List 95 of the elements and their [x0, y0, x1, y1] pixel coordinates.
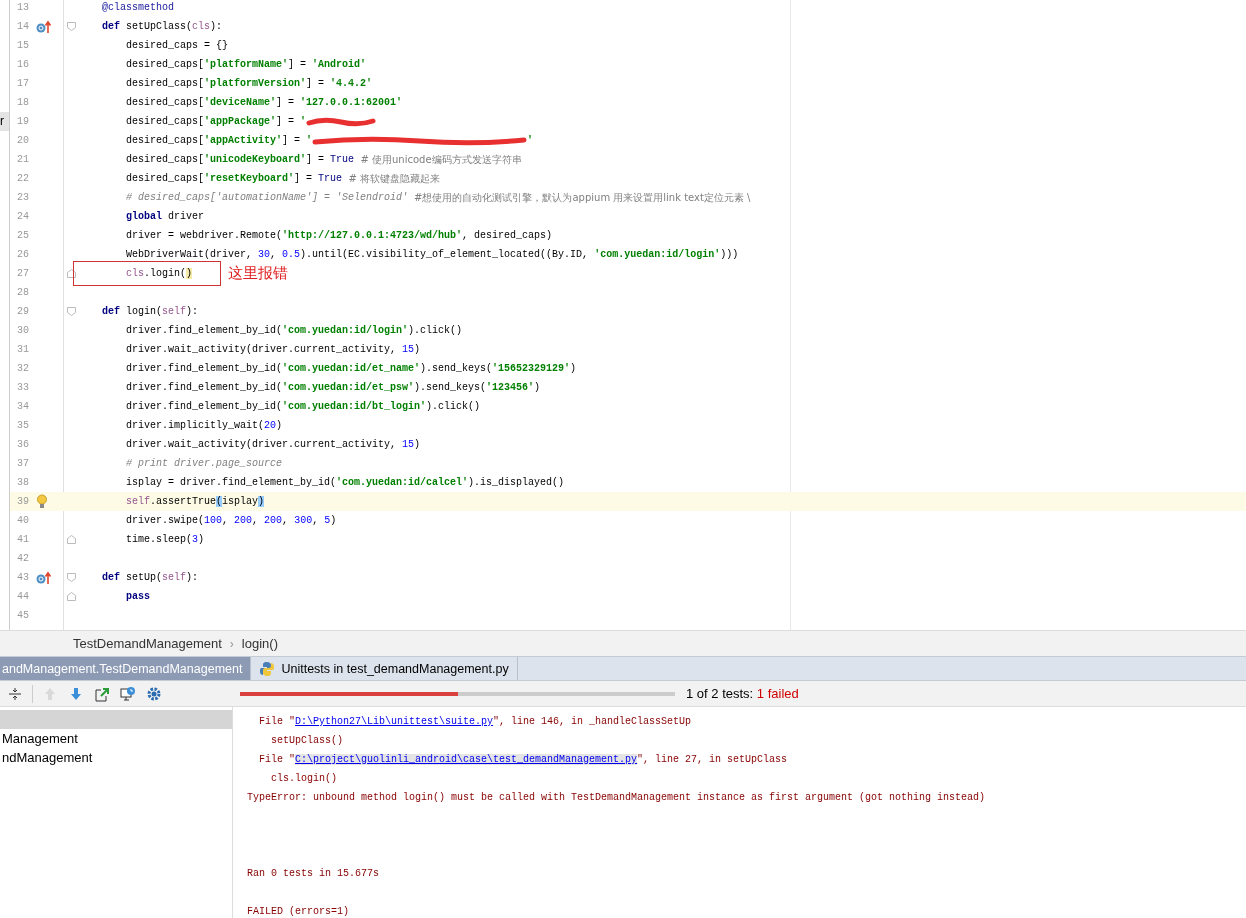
tree-item[interactable]: ndManagement — [2, 750, 93, 765]
line-number: 15 — [16, 40, 30, 51]
code-line: driver.find_element_by_id('com.yuedan:id/login').click() — [125, 325, 463, 336]
code-line: driver.implicitly_wait(20) — [125, 420, 283, 431]
line-number: 26 — [16, 249, 30, 260]
line-number: 25 — [16, 230, 30, 241]
line-number: 14 — [16, 21, 30, 32]
breadcrumb-item[interactable]: TestDemandManagement — [73, 636, 222, 651]
line-number: 41 — [16, 534, 30, 545]
code-line: desired_caps['deviceName'] = '127.0.0.1:62001' — [125, 97, 403, 108]
fold-marker-icon[interactable] — [66, 307, 76, 316]
code-line: self.assertTrue(isplay) — [125, 496, 265, 507]
code-line: def login(self): — [101, 306, 199, 317]
code-line: WebDriverWait(driver, 30, 0.5).until(EC.visibility_of_element_located((By.ID, 'com.yuedan:id/login'))) — [125, 249, 739, 260]
lightbulb-icon[interactable] — [36, 494, 48, 509]
python-icon — [259, 660, 276, 677]
console-line: File "C:\project\guolinli_android\case\test_demandManagement.py", line 27, in setUpClass — [258, 754, 788, 765]
console-line: setUpClass() — [270, 735, 343, 746]
console-line: Ran 0 tests in 15.677s — [247, 868, 380, 879]
code-line: desired_caps['appActivity'] = ' ' — [125, 135, 534, 146]
code-line: time.sleep(3) — [125, 534, 205, 545]
line-number: 38 — [16, 477, 30, 488]
breadcrumb-separator: › — [229, 636, 234, 651]
console-line: File "D:\Python27\Lib\unittest\suite.py", line 146, in _handleClassSetUp — [258, 716, 692, 727]
line-number: 29 — [16, 306, 30, 317]
line-number: 23 — [16, 192, 30, 203]
down-arrow-icon[interactable] — [70, 686, 82, 701]
code-line: driver.find_element_by_id('com.yuedan:id/bt_login').click() — [125, 401, 481, 412]
line-number: 19 — [16, 116, 30, 127]
code-line: driver.find_element_by_id('com.yuedan:id/et_psw').send_keys('123456') — [125, 382, 541, 393]
fold-marker-icon[interactable] — [66, 573, 76, 582]
code-line: desired_caps['appPackage'] = ' — [78, 116, 377, 127]
console-line: TypeError: unbound method login() must be called with TestDemandManagement instance as first argument (got nothing instead) — [247, 792, 986, 803]
code-line: desired_caps['platformVersion'] = '4.4.2' — [125, 78, 373, 89]
collapse-icon[interactable] — [8, 686, 22, 701]
line-number: 18 — [16, 97, 30, 108]
line-number: 16 — [16, 59, 30, 70]
line-number: 24 — [16, 211, 30, 222]
code-line: cls.login() — [74, 262, 221, 285]
line-number: 35 — [16, 420, 30, 431]
breadcrumb-item[interactable]: login() — [241, 636, 278, 651]
file-link[interactable]: D:\Python27\Lib\unittest\suite.py — [295, 716, 494, 727]
export-icon[interactable] — [95, 685, 109, 702]
fold-marker-icon[interactable] — [66, 535, 76, 544]
panel-edge-text: r — [0, 112, 9, 131]
code-line: driver.swipe(100, 200, 200, 300, 5) — [125, 515, 337, 526]
code-line: # desired_caps['automationName'] = 'Selendroid' #想使用的自动化测试引擎，默认为appium 用来设置用link text定位元素 \ — [125, 190, 751, 205]
line-number: 40 — [16, 515, 30, 526]
line-number: 45 — [16, 610, 30, 621]
code-line: desired_caps['platformName'] = 'Android' — [125, 59, 367, 70]
line-number: 22 — [16, 173, 30, 184]
override-icon[interactable] — [36, 570, 52, 585]
fold-marker-icon[interactable] — [66, 592, 76, 601]
tree-item[interactable]: Management — [2, 731, 78, 746]
line-number: 43 — [16, 572, 30, 583]
code-line: driver = webdriver.Remote('http://127.0.0.1:4723/wd/hub', desired_caps) — [125, 230, 553, 241]
line-number: 21 — [16, 154, 30, 165]
line-number: 28 — [16, 287, 30, 298]
line-number: 42 — [16, 553, 30, 564]
test-summary: 1 of 2 tests: 1 failed — [686, 686, 799, 701]
code-line: def setUpClass(cls): — [101, 21, 223, 32]
line-number: 32 — [16, 363, 30, 374]
line-number: 13 — [16, 2, 30, 13]
line-number: 34 — [16, 401, 30, 412]
line-number: 33 — [16, 382, 30, 393]
fold-marker-icon[interactable] — [66, 22, 76, 31]
code-line: desired_caps = {} — [125, 40, 229, 51]
code-line: isplay = driver.find_element_by_id('com.yuedan:id/calcel').is_displayed() — [125, 477, 565, 488]
monitor-clock-icon[interactable] — [120, 685, 136, 702]
line-number: 17 — [16, 78, 30, 89]
code-line: driver.wait_activity(driver.current_activity, 15) — [125, 439, 421, 450]
line-number: 27 — [16, 268, 30, 279]
line-number: 37 — [16, 458, 30, 469]
line-number: 30 — [16, 325, 30, 336]
code-line: # print driver.page_source — [125, 458, 283, 469]
fold-marker-icon[interactable] — [66, 269, 76, 278]
line-number: 44 — [16, 591, 30, 602]
code-line: desired_caps['resetKeyboard'] = True # 将软键盘隐藏起来 — [125, 171, 440, 186]
code-line: @classmethod — [101, 2, 174, 13]
console-line: cls.login() — [270, 773, 337, 784]
code-line: driver.wait_activity(driver.current_activity, 15) — [125, 344, 421, 355]
line-number: 31 — [16, 344, 30, 355]
file-link[interactable]: C:\project\guolinli_android\case\test_demandManagement.py — [295, 754, 638, 765]
annotation-text: 这里报错 — [228, 264, 289, 283]
console-line: FAILED (errors=1) — [247, 906, 350, 917]
override-icon[interactable] — [36, 19, 52, 34]
code-line: def setUp(self): — [101, 572, 199, 583]
code-line: global driver — [125, 211, 205, 222]
line-number: 20 — [16, 135, 30, 146]
code-line: driver.find_element_by_id('com.yuedan:id/et_name').send_keys('15652329129') — [125, 363, 577, 374]
code-line: desired_caps['unicodeKeyboard'] = True # 使用unicode编码方式发送字符串 — [125, 152, 522, 167]
line-number: 39 — [16, 496, 30, 507]
line-number: 36 — [16, 439, 30, 450]
code-line: pass — [125, 591, 150, 602]
settings-icon[interactable] — [146, 685, 162, 702]
